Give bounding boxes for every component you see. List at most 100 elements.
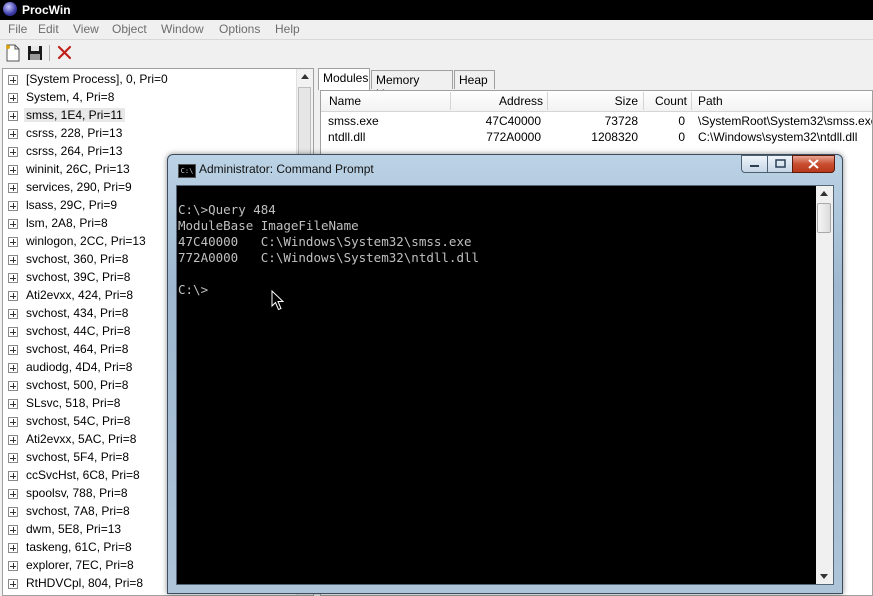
- menu-file[interactable]: File: [8, 22, 27, 36]
- expand-icon[interactable]: [8, 453, 18, 463]
- expand-icon[interactable]: [8, 435, 18, 445]
- tree-item-label: svchost, 360, Pri=8: [26, 252, 129, 266]
- minimize-icon[interactable]: [741, 155, 768, 173]
- expand-icon[interactable]: [8, 489, 18, 499]
- cell-path: \SystemRoot\System32\smss.exe: [698, 114, 873, 128]
- console-scroll-thumb[interactable]: [817, 203, 831, 233]
- tree-item-label: System, 4, Pri=8: [26, 90, 115, 104]
- tree-item-label: svchost, 464, Pri=8: [26, 342, 129, 356]
- expand-icon[interactable]: [8, 75, 18, 85]
- column-name[interactable]: Name: [329, 94, 361, 108]
- expand-icon[interactable]: [8, 507, 18, 517]
- expand-icon[interactable]: [8, 327, 18, 337]
- tab-heap[interactable]: Heap: [454, 70, 495, 89]
- column-size[interactable]: Size: [548, 94, 638, 108]
- tree-item-label: explorer, 7EC, Pri=8: [26, 558, 134, 572]
- cell-size: 1208320: [591, 130, 638, 144]
- tree-item-label: spoolsv, 788, Pri=8: [26, 486, 128, 500]
- expand-icon[interactable]: [8, 525, 18, 535]
- console-icon: C:\: [178, 164, 196, 178]
- table-row[interactable]: smss.exe 47C40000 73728 0 \SystemRoot\Sy…: [321, 113, 873, 129]
- cell-count: 0: [678, 130, 685, 144]
- menu-object[interactable]: Object: [112, 22, 147, 36]
- tree-item-label: taskeng, 61C, Pri=8: [26, 540, 132, 554]
- tree-item-label: wininit, 26C, Pri=13: [26, 162, 130, 176]
- expand-icon[interactable]: [8, 363, 18, 373]
- menu-edit[interactable]: Edit: [38, 22, 59, 36]
- console-line: 47C40000 C:\Windows\System32\smss.exe: [178, 234, 472, 249]
- column-count[interactable]: Count: [644, 94, 687, 108]
- scroll-down-icon[interactable]: [820, 574, 828, 579]
- console-title: Administrator: Command Prompt: [199, 162, 374, 176]
- menu-window[interactable]: Window: [161, 22, 204, 36]
- column-address[interactable]: Address: [451, 94, 543, 108]
- tree-item-label: svchost, 500, Pri=8: [26, 378, 129, 392]
- expand-icon[interactable]: [8, 381, 18, 391]
- expand-icon[interactable]: [8, 273, 18, 283]
- console-line: C:\>Query 484: [178, 202, 276, 217]
- expand-icon[interactable]: [8, 93, 18, 103]
- expand-icon[interactable]: [8, 471, 18, 481]
- expand-icon[interactable]: [8, 345, 18, 355]
- save-icon[interactable]: [25, 43, 45, 63]
- console-scrollbar[interactable]: [816, 186, 833, 584]
- expand-icon[interactable]: [8, 417, 18, 427]
- scroll-up-icon[interactable]: [301, 74, 309, 79]
- menu-options[interactable]: Options: [219, 22, 260, 36]
- expand-icon[interactable]: [8, 201, 18, 211]
- new-document-icon[interactable]: [3, 43, 23, 63]
- menu-bar: File Edit View Object Window Options Hel…: [0, 20, 873, 40]
- menu-view[interactable]: View: [73, 22, 99, 36]
- tree-item-label: svchost, 44C, Pri=8: [26, 324, 131, 338]
- console-line: ModuleBase ImageFileName: [178, 218, 359, 233]
- expand-icon[interactable]: [8, 309, 18, 319]
- command-prompt-window[interactable]: C:\ Administrator: Command Prompt C:\>Qu…: [167, 154, 843, 594]
- tree-item-label: svchost, 434, Pri=8: [26, 306, 129, 320]
- menu-help[interactable]: Help: [275, 22, 300, 36]
- expand-icon[interactable]: [8, 561, 18, 571]
- expand-icon[interactable]: [8, 219, 18, 229]
- expand-icon[interactable]: [8, 129, 18, 139]
- tree-item-label: RtHDVCpl, 804, Pri=8: [26, 576, 144, 590]
- tree-item-label: svchost, 54C, Pri=8: [26, 414, 131, 428]
- cell-path: C:\Windows\system32\ntdll.dll: [698, 130, 858, 144]
- delete-icon[interactable]: [55, 43, 75, 63]
- cell-name: smss.exe: [328, 114, 379, 128]
- expand-icon[interactable]: [8, 111, 18, 121]
- expand-icon[interactable]: [8, 183, 18, 193]
- close-icon[interactable]: [792, 155, 835, 173]
- scroll-up-icon[interactable]: [820, 191, 828, 196]
- tree-item-label: lsass, 29C, Pri=9: [26, 198, 118, 212]
- tree-item-label: services, 290, Pri=9: [26, 180, 132, 194]
- toolbar: [0, 40, 873, 66]
- tree-item-label: svchost, 7A8, Pri=8: [26, 504, 130, 518]
- tree-item-label: csrss, 228, Pri=13: [26, 126, 123, 140]
- toolbar-separator: [49, 45, 50, 61]
- window-title: ProcWin: [22, 3, 71, 17]
- tab-memory-usage[interactable]: Memory Usage: [371, 70, 453, 101]
- console-line: 772A0000 C:\Windows\System32\ntdll.dll: [178, 250, 480, 265]
- expand-icon[interactable]: [8, 291, 18, 301]
- expand-icon[interactable]: [8, 165, 18, 175]
- tree-item-label: Ati2evxx, 5AC, Pri=8: [26, 432, 137, 446]
- maximize-icon[interactable]: [767, 155, 793, 173]
- tab-modules[interactable]: Modules: [318, 68, 370, 90]
- expand-icon[interactable]: [8, 399, 18, 409]
- mouse-pointer-icon: [271, 289, 285, 312]
- cell-size: 73728: [604, 114, 638, 128]
- tree-item-label: smss, 1E4, Pri=11: [24, 108, 125, 122]
- expand-icon[interactable]: [8, 543, 18, 553]
- expand-icon[interactable]: [8, 237, 18, 247]
- expand-icon[interactable]: [8, 147, 18, 157]
- expand-icon[interactable]: [8, 579, 18, 589]
- console-output[interactable]: C:\>Query 484 ModuleBase ImageFileName 4…: [176, 185, 834, 585]
- cell-address: 47C40000: [485, 114, 541, 128]
- table-row[interactable]: ntdll.dll 772A0000 1208320 0 C:\Windows\…: [321, 129, 872, 145]
- tree-item-label: dwm, 5E8, Pri=13: [26, 522, 122, 536]
- expand-icon[interactable]: [8, 255, 18, 265]
- column-path[interactable]: Path: [698, 94, 723, 108]
- cell-name: ntdll.dll: [328, 130, 366, 144]
- tree-item-label: audiodg, 4D4, Pri=8: [26, 360, 133, 374]
- app-icon: [3, 2, 17, 16]
- console-prompt: C:\>: [178, 282, 209, 297]
